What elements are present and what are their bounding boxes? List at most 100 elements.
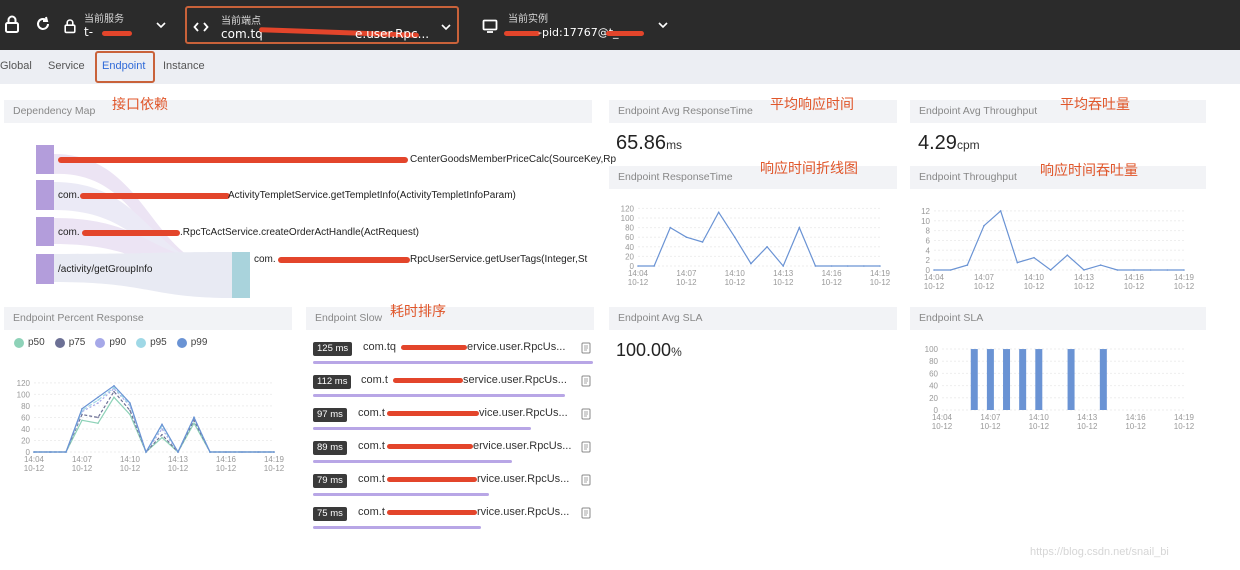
copy-icon[interactable] bbox=[581, 507, 591, 519]
x-tick-label: 14:07 bbox=[72, 455, 93, 464]
copy-icon[interactable] bbox=[581, 474, 591, 486]
slow-row[interactable]: 89 ms com.t ervice.user.RpcUs... bbox=[313, 440, 593, 468]
data-point bbox=[145, 451, 147, 453]
data-point bbox=[1083, 269, 1085, 271]
y-tick-label: 10 bbox=[921, 217, 930, 226]
redaction-mark bbox=[387, 477, 477, 482]
endpoint-selector[interactable]: 当前端点 com.tq e.user.Rpc... bbox=[185, 6, 459, 44]
slow-duration-bar bbox=[313, 526, 481, 529]
response-time-chart: 02040608010012014:0410-1214:0710-1214:10… bbox=[621, 204, 891, 287]
slow-row[interactable]: 97 ms com.t vice.user.RpcUs... bbox=[313, 407, 593, 435]
data-point bbox=[1099, 264, 1102, 266]
legend-label: p99 bbox=[190, 337, 208, 348]
service-selector[interactable]: 当前服务 t- bbox=[58, 6, 178, 44]
redaction-mark bbox=[401, 345, 467, 350]
y-tick-label: 2 bbox=[926, 256, 931, 265]
redaction-mark bbox=[387, 411, 479, 416]
data-point bbox=[1133, 269, 1135, 271]
legend-label: p50 bbox=[28, 337, 45, 348]
dependency-node[interactable] bbox=[36, 217, 54, 246]
dependency-node[interactable] bbox=[36, 180, 54, 210]
x-tick-sublabel: 10-12 bbox=[1125, 422, 1146, 431]
instance-selector[interactable]: 当前实例 -pid:17767@t_ bbox=[478, 6, 688, 44]
slow-row[interactable]: 112 ms com.t service.user.RpcUs... bbox=[313, 374, 593, 402]
y-tick-label: 40 bbox=[625, 243, 634, 252]
sla-header: Endpoint SLA bbox=[910, 307, 1206, 330]
data-point bbox=[863, 265, 865, 267]
data-point bbox=[161, 428, 163, 430]
y-tick-label: 40 bbox=[929, 382, 938, 391]
legend-item-p75[interactable]: p75 bbox=[54, 337, 85, 348]
endpoint-value: com.tq bbox=[221, 27, 263, 41]
avg-response-title: Endpoint Avg ResponseTime bbox=[618, 105, 753, 117]
y-tick-label: 60 bbox=[625, 233, 634, 242]
x-tick-sublabel: 10-12 bbox=[870, 278, 891, 287]
x-tick-label: 14:04 bbox=[628, 269, 649, 278]
x-tick-label: 14:16 bbox=[216, 455, 237, 464]
dependency-node[interactable] bbox=[36, 254, 54, 284]
redaction-mark bbox=[387, 510, 477, 515]
data-point bbox=[1183, 269, 1185, 271]
slow-row[interactable]: 79 ms com.t rvice.user.RpcUs... bbox=[313, 473, 593, 501]
legend-item-p90[interactable]: p90 bbox=[95, 337, 126, 348]
x-tick-sublabel: 10-12 bbox=[120, 464, 141, 473]
instance-caption: 当前实例 bbox=[508, 14, 548, 25]
redaction-mark bbox=[80, 193, 230, 199]
data-point bbox=[685, 236, 688, 238]
y-tick-label: 60 bbox=[21, 413, 30, 422]
slow-endpoint-name-start: com.t bbox=[361, 374, 388, 386]
data-point bbox=[113, 396, 115, 399]
data-point bbox=[750, 262, 752, 265]
data-point bbox=[782, 265, 784, 267]
response-time-annotation: 响应时间折线图 bbox=[760, 161, 858, 177]
slow-annotation: 耗时排序 bbox=[390, 304, 446, 320]
copy-icon[interactable] bbox=[581, 375, 591, 387]
x-tick-sublabel: 10-12 bbox=[72, 464, 93, 473]
x-tick-label: 14:16 bbox=[1126, 413, 1147, 422]
legend-item-p50[interactable]: p50 bbox=[14, 337, 45, 348]
dependency-node-label: /activity/getGroupInfo bbox=[58, 264, 153, 275]
x-tick-sublabel: 10-12 bbox=[1024, 282, 1045, 291]
tab-global[interactable]: Global bbox=[0, 60, 32, 72]
percent-response-title: Endpoint Percent Response bbox=[13, 312, 144, 324]
x-tick-label: 14:10 bbox=[725, 269, 746, 278]
slow-row[interactable]: 125 ms com.tq ervice.user.RpcUs... bbox=[313, 341, 593, 369]
data-point bbox=[113, 384, 115, 387]
x-tick-sublabel: 10-12 bbox=[1174, 422, 1195, 431]
copy-icon[interactable] bbox=[581, 342, 591, 354]
monitor-icon bbox=[482, 19, 498, 33]
lock-icon[interactable] bbox=[2, 14, 22, 34]
tab-instance[interactable]: Instance bbox=[163, 60, 205, 72]
copy-icon[interactable] bbox=[581, 441, 591, 453]
slow-duration-badge: 75 ms bbox=[313, 507, 347, 521]
sla-bar bbox=[970, 349, 978, 410]
sla-bar bbox=[1019, 349, 1027, 410]
slow-row[interactable]: 75 ms com.t rvice.user.RpcUs... bbox=[313, 506, 593, 534]
x-tick-sublabel: 10-12 bbox=[773, 278, 794, 287]
dependency-target-node[interactable] bbox=[232, 252, 250, 298]
data-point bbox=[225, 451, 227, 453]
legend-item-p99[interactable]: p99 bbox=[176, 337, 208, 348]
data-point bbox=[830, 265, 833, 267]
x-tick-label: 14:04 bbox=[24, 455, 45, 464]
data-point bbox=[97, 402, 99, 404]
avg-throughput-value: 4.29cpm bbox=[918, 132, 980, 155]
slow-endpoint-name-end: ervice.user.RpcUs... bbox=[473, 440, 572, 452]
redaction-mark bbox=[278, 257, 410, 263]
refresh-icon[interactable] bbox=[33, 14, 53, 34]
service-caption: 当前服务 bbox=[84, 14, 124, 25]
legend-item-p95[interactable]: p95 bbox=[136, 337, 167, 348]
copy-icon[interactable] bbox=[581, 408, 591, 420]
x-tick-sublabel: 10-12 bbox=[1074, 282, 1095, 291]
x-tick-label: 14:16 bbox=[1124, 273, 1145, 282]
y-tick-label: 100 bbox=[17, 390, 31, 399]
dependency-node[interactable] bbox=[36, 145, 54, 174]
slow-endpoint-name-end: vice.user.RpcUs... bbox=[479, 407, 568, 419]
x-tick-label: 14:10 bbox=[1024, 273, 1045, 282]
tab-service[interactable]: Service bbox=[48, 60, 85, 72]
slow-endpoint-name-end: rvice.user.RpcUs... bbox=[477, 473, 570, 485]
x-tick-sublabel: 10-12 bbox=[725, 278, 746, 287]
avg-sla-header: Endpoint Avg SLA bbox=[609, 307, 897, 330]
avg-throughput-header: Endpoint Avg Throughput bbox=[910, 100, 1206, 123]
x-tick-sublabel: 10-12 bbox=[1124, 282, 1145, 291]
